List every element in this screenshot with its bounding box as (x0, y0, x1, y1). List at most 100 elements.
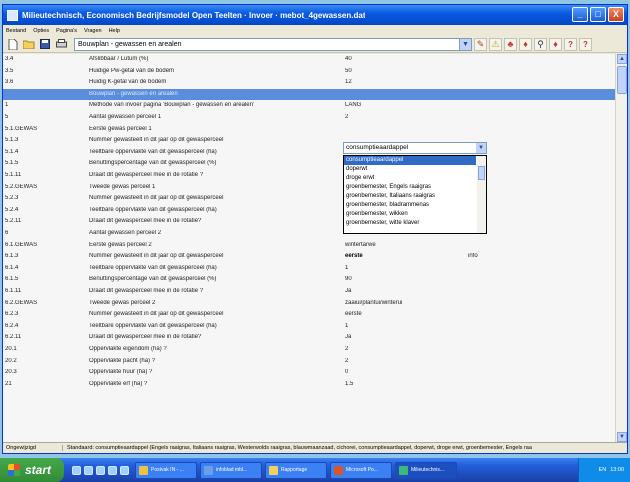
vertical-scrollbar[interactable]: ▲ ▼ (615, 54, 627, 442)
row-code: 5.1.11 (5, 172, 22, 178)
quicklaunch-media-icon[interactable] (120, 465, 129, 475)
row-value[interactable]: 0 (345, 369, 495, 375)
dropdown-option[interactable]: groenbemester, Italiaans raaigras (344, 192, 476, 201)
table-row[interactable]: 3.4 Afslibbaar / Lutum (%) 40 (3, 54, 617, 66)
row-value[interactable]: 50 (345, 68, 495, 74)
menu-paginas[interactable]: Pagina's (56, 28, 77, 34)
table-row[interactable]: 6.1.11 Draait dit gewasperceel mee in de … (3, 286, 617, 298)
table-row[interactable]: 5.1.3 Nummer gewasteelt in dit jaar op di… (3, 135, 617, 147)
row-value[interactable]: 90 (345, 276, 495, 282)
scroll-up-icon[interactable]: ▲ (617, 54, 627, 64)
quicklaunch-folder-icon[interactable] (108, 465, 117, 475)
table-row[interactable]: 5.1.5 Benuttingspercentage van dit gewasp… (3, 158, 617, 170)
dropdown-option[interactable]: doperwt (344, 165, 476, 174)
table-row[interactable]: 21 Oppervlakte erf (ha) ? 1.5 (3, 379, 617, 391)
table-row[interactable]: 6.1.GEWAS Eerste gewas perceel 2 wintertar… (3, 240, 617, 252)
dropdown-option[interactable]: groenbemester, witte klaver (344, 219, 476, 228)
flag-icon[interactable]: ♦ (549, 37, 562, 51)
start-button[interactable]: start (0, 458, 64, 482)
menu-vragen[interactable]: Vragen (84, 28, 102, 34)
dropdown-scroll-thumb[interactable] (478, 166, 485, 180)
quicklaunch-ie-icon[interactable] (72, 465, 81, 475)
new-file-icon[interactable] (6, 37, 20, 51)
quicklaunch-outlook-icon[interactable] (96, 465, 105, 475)
table-row[interactable]: 3.5 Huidige Pw-getal van de bodem 50 (3, 66, 617, 78)
row-value[interactable]: LANG (345, 102, 495, 108)
row-value[interactable]: 2 (345, 358, 495, 364)
row-value[interactable]: 40 (345, 56, 495, 62)
table-row[interactable]: 6.2.11 Draait dit gewasperceel mee in de … (3, 332, 617, 344)
menu-help[interactable]: Help (109, 28, 120, 34)
table-row[interactable]: 6.2.3 Nummer gewasteelt in dit jaar op di… (3, 309, 617, 321)
dropdown-option[interactable]: groenbemester, wikken (344, 210, 476, 219)
quicklaunch-desktop-icon[interactable] (84, 465, 93, 475)
save-icon[interactable] (38, 37, 52, 51)
pencil-icon[interactable]: ✎ (474, 37, 487, 51)
table-row[interactable]: 5.2.11 Draait dit gewasperceel mee in de … (3, 216, 617, 228)
help-icon[interactable]: ? (564, 37, 577, 51)
table-row[interactable]: 6Aantal gewassen perceel 22 (3, 228, 617, 240)
table-row[interactable]: 6.1.5 Benuttingspercentage van dit gewasp… (3, 274, 617, 286)
table-row[interactable]: 5.1.11 Draait dit gewasperceel mee in de … (3, 170, 617, 182)
task-outlook[interactable]: Postvak IN - ... (135, 461, 197, 479)
warning-icon[interactable]: ⚠ (489, 37, 502, 51)
search-icon[interactable]: ⚲ (534, 37, 547, 51)
row-value[interactable]: 2 (345, 346, 495, 352)
task-milieutechnisch[interactable]: Milieutechnis... (395, 461, 457, 479)
dropdown-option[interactable]: groenbemester, bladrammenas (344, 201, 476, 210)
minimize-button[interactable]: _ (572, 7, 588, 22)
info-link[interactable]: info (468, 253, 498, 259)
table-row[interactable]: 6.2.4 Teeltbare oppervlakte van dit gewas… (3, 321, 617, 333)
row-value[interactable]: 2 (345, 114, 495, 120)
chevron-down-icon[interactable]: ▼ (476, 143, 486, 153)
table-row[interactable]: 1 Methode van invoer pagina 'Bouwplan - g… (3, 100, 617, 112)
table-row[interactable]: 5.2.3 Nummer gewasteelt in dit jaar op di… (3, 193, 617, 205)
chevron-down-icon[interactable]: ▼ (459, 38, 471, 50)
row-value[interactable]: wintertarwe (345, 242, 495, 248)
table-row[interactable]: 6.1.4 Teeltbare oppervlakte van dit gewas… (3, 263, 617, 275)
close-button[interactable]: X (608, 7, 624, 22)
task-rapportage[interactable]: Rapportage (265, 461, 327, 479)
gewas-select[interactable]: consumptieaardappel ▼ (343, 142, 487, 154)
pin-icon[interactable]: ♦ (519, 37, 532, 51)
dropdown-option[interactable]: consumptieaardappel (344, 156, 476, 165)
table-row[interactable]: 5.2.4 Teeltbare oppervlakte van dit gewas… (3, 205, 617, 217)
open-folder-icon[interactable] (22, 37, 36, 51)
scroll-down-icon[interactable]: ▼ (617, 432, 627, 442)
row-value[interactable]: Ja (345, 334, 495, 340)
context-help-icon[interactable]: ? (579, 37, 592, 51)
row-value[interactable]: 12 (345, 79, 495, 85)
dropdown-option[interactable]: groenbemester, Engels raaigras (344, 183, 476, 192)
print-icon[interactable] (54, 37, 68, 51)
section-header-row[interactable]: Bouwplan - gewassen en arealen (3, 88, 617, 101)
table-row[interactable]: 5.2.GEWAS Tweede gewas perceel 1 (3, 182, 617, 194)
row-value[interactable]: 1 (345, 265, 495, 271)
maximize-button[interactable]: □ (590, 7, 606, 22)
table-row[interactable]: 5 Aantal gewassen perceel 1 2 (3, 112, 617, 124)
title-bar[interactable]: Milieutechnisch, Economisch Bedrijfsmode… (3, 5, 627, 25)
row-value[interactable]: 1 (345, 323, 495, 329)
row-value[interactable]: zaaiui/plantui/winterui (345, 300, 495, 306)
table-row[interactable]: 6.2.GEWAS Tweede gewas perceel 2 zaaiui/pl… (3, 298, 617, 310)
scroll-thumb[interactable] (617, 66, 627, 94)
row-value[interactable]: eerste (345, 311, 495, 317)
language-indicator[interactable]: EN (599, 467, 607, 473)
menu-opties[interactable]: Opties (33, 28, 49, 34)
window-title: Milieutechnisch, Economisch Bedrijfsmode… (22, 10, 366, 20)
person-icon[interactable]: ♣ (504, 37, 517, 51)
menu-bestand[interactable]: Bestand (6, 28, 26, 34)
table-row[interactable]: 6.1.3 Nummer gewasteelt in dit jaar op di… (3, 251, 617, 263)
task-infoblad[interactable]: infoblad mbl... (200, 461, 262, 479)
row-value[interactable]: Ja (345, 288, 495, 294)
task-powerpoint[interactable]: Microsoft Po... (330, 461, 392, 479)
table-row[interactable]: 5.1.4 Teeltbare oppervlakte van dit gewas… (3, 147, 617, 159)
dropdown-scrollbar[interactable] (477, 156, 486, 233)
table-row[interactable]: 5.1.GEWAS Eerste gewas perceel 1 (3, 124, 617, 136)
table-row[interactable]: 20.3 Oppervlakte huur (ha) ? 0 (3, 367, 617, 379)
page-select[interactable]: Bouwplan - gewassen en arealen ▼ (74, 37, 472, 51)
row-value[interactable]: 1.5 (345, 381, 495, 387)
table-row[interactable]: 20.2 Oppervlakte pacht (ha) ? 2 (3, 356, 617, 368)
table-row[interactable]: 3.6 Huidig K-getal van de bodem 12 (3, 77, 617, 89)
table-row[interactable]: 20.1 Oppervlakte eigendom (ha) ? 2 (3, 344, 617, 356)
dropdown-option[interactable]: droge erwt (344, 174, 476, 183)
